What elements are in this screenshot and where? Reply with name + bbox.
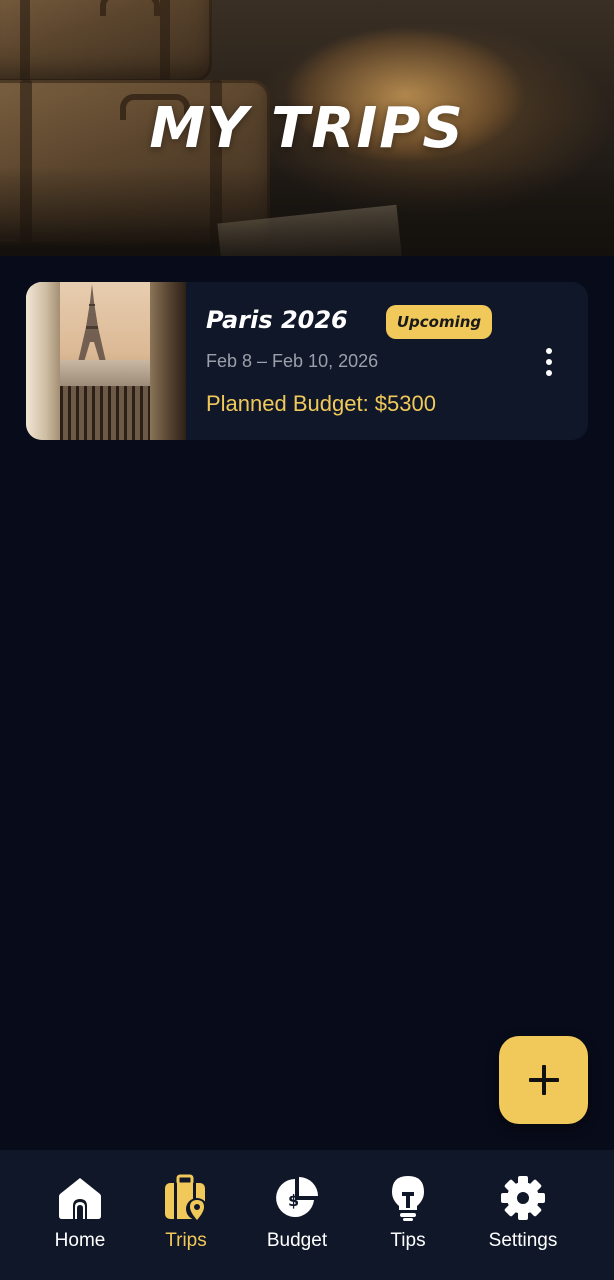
home-icon <box>56 1174 104 1222</box>
nav-item-trips[interactable]: Trips <box>131 1174 241 1264</box>
page-title: MY TRIPS <box>149 96 465 161</box>
trip-budget: Planned Budget: $5300 <box>206 391 436 416</box>
nav-label-home: Home <box>54 1230 106 1251</box>
suitcase-image-top <box>0 0 212 82</box>
budget-pie-icon: $ <box>273 1174 321 1222</box>
more-options-icon[interactable] <box>536 346 562 378</box>
luggage-location-icon <box>162 1174 210 1222</box>
trip-title: Paris 2026 <box>206 306 348 334</box>
eiffel-tower-image <box>78 284 106 362</box>
nav-label-tips: Tips <box>390 1230 426 1251</box>
gear-icon <box>499 1174 547 1222</box>
bottom-nav: Home Trips $ Budget Tips Settings <box>0 1150 614 1280</box>
nav-label-settings: Settings <box>488 1230 558 1251</box>
nav-label-budget: Budget <box>266 1230 328 1251</box>
trip-dates: Feb 8 – Feb 10, 2026 <box>206 351 379 371</box>
add-trip-button[interactable] <box>499 1036 588 1124</box>
nav-item-budget[interactable]: $ Budget <box>242 1174 352 1264</box>
header-banner: MY TRIPS <box>0 0 614 256</box>
nav-item-settings[interactable]: Settings <box>468 1174 578 1264</box>
trip-card[interactable]: Paris 2026 Upcoming Feb 8 – Feb 10, 2026… <box>26 282 588 440</box>
svg-text:$: $ <box>288 1191 299 1210</box>
status-badge: Upcoming <box>386 305 492 339</box>
nav-item-home[interactable]: Home <box>25 1174 135 1264</box>
plus-icon <box>528 1065 559 1095</box>
nav-item-tips[interactable]: Tips <box>353 1174 463 1264</box>
nav-label-trips: Trips <box>165 1230 207 1251</box>
lightbulb-icon <box>384 1174 432 1222</box>
trip-thumbnail <box>26 282 186 440</box>
